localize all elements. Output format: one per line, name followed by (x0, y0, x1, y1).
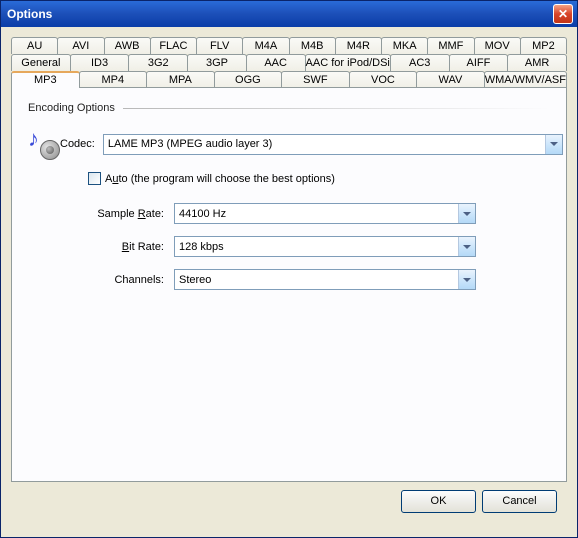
tab-aiff[interactable]: AIFF (449, 54, 509, 71)
tab-voc[interactable]: VOC (349, 71, 418, 88)
auto-row: Auto (the program will choose the best o… (88, 172, 550, 185)
icon-cell: ♪ (28, 128, 60, 160)
chevron-down-icon[interactable] (458, 237, 475, 256)
titlebar: Options ✕ (1, 1, 577, 27)
chevron-down-icon[interactable] (545, 135, 562, 154)
sample-rate-select[interactable]: 44100 Hz (174, 203, 476, 224)
tab-mp4[interactable]: MP4 (79, 71, 148, 88)
tab-mka[interactable]: MKA (381, 37, 428, 54)
codec-label: Codec: (60, 138, 103, 150)
bit-rate-row: Bit Rate: 128 kbps (28, 236, 550, 257)
tab-mp2[interactable]: MP2 (520, 37, 567, 54)
tab-swf[interactable]: SWF (281, 71, 350, 88)
codec-row: ♪ Codec: LAME MP3 (MPEG audio layer 3) (28, 128, 550, 160)
sample-rate-value: 44100 Hz (175, 208, 458, 220)
tab-avi[interactable]: AVI (57, 37, 104, 54)
tab-mp3[interactable]: MP3 (11, 71, 80, 88)
tab-ac3[interactable]: AC3 (390, 54, 450, 71)
button-bar: OK Cancel (11, 482, 567, 513)
tab-mpa[interactable]: MPA (146, 71, 215, 88)
tab-flv[interactable]: FLV (196, 37, 243, 54)
bit-rate-select[interactable]: 128 kbps (174, 236, 476, 257)
channels-value: Stereo (175, 274, 458, 286)
codec-select[interactable]: LAME MP3 (MPEG audio layer 3) (103, 134, 563, 155)
window-title: Options (7, 7, 553, 21)
chevron-down-icon[interactable] (458, 270, 475, 289)
channels-label: Channels: (88, 274, 174, 286)
tab-awb[interactable]: AWB (104, 37, 151, 54)
tab-flac[interactable]: FLAC (150, 37, 197, 54)
content-area: AUAVIAWBFLACFLVM4AM4BM4RMKAMMFMOVMP2 Gene… (1, 27, 577, 521)
tab-3gp[interactable]: 3GP (187, 54, 247, 71)
tab-panel: Encoding Options ♪ Codec: LAME MP3 (MPEG… (11, 87, 567, 482)
channels-select[interactable]: Stereo (174, 269, 476, 290)
divider (123, 108, 550, 109)
bit-rate-value: 128 kbps (175, 241, 458, 253)
options-window: Options ✕ AUAVIAWBFLACFLVM4AM4BM4RMKAMMF… (0, 0, 578, 538)
chevron-down-icon[interactable] (458, 204, 475, 223)
auto-checkbox[interactable] (88, 172, 101, 185)
tab-au[interactable]: AU (11, 37, 58, 54)
ok-button[interactable]: OK (401, 490, 476, 513)
tab-wav[interactable]: WAV (416, 71, 485, 88)
tab-m4b[interactable]: M4B (289, 37, 336, 54)
sample-rate-row: Sample Rate: 44100 Hz (28, 203, 550, 224)
sample-rate-label: Sample Rate: (88, 208, 174, 220)
channels-row: Channels: Stereo (28, 269, 550, 290)
tab-aac[interactable]: AAC (246, 54, 306, 71)
tab-3g2[interactable]: 3G2 (128, 54, 188, 71)
cancel-button[interactable]: Cancel (482, 490, 557, 513)
tab-id3[interactable]: ID3 (70, 54, 130, 71)
tab-m4r[interactable]: M4R (335, 37, 382, 54)
tab-wma-wmv-asf[interactable]: WMA/WMV/ASF (484, 71, 567, 88)
section-header: Encoding Options (28, 102, 550, 114)
tab-general[interactable]: General (11, 54, 71, 71)
tab-ogg[interactable]: OGG (214, 71, 283, 88)
tab-aac-for-ipod-dsi[interactable]: AAC for iPod/DSi (305, 54, 391, 71)
tab-amr[interactable]: AMR (507, 54, 567, 71)
section-title: Encoding Options (28, 102, 115, 114)
bit-rate-label: Bit Rate: (88, 241, 174, 253)
tab-m4a[interactable]: M4A (242, 37, 289, 54)
close-icon[interactable]: ✕ (553, 4, 573, 24)
music-speaker-icon: ♪ (28, 128, 60, 160)
codec-value: LAME MP3 (MPEG audio layer 3) (104, 138, 545, 150)
tab-mmf[interactable]: MMF (427, 37, 474, 54)
auto-label[interactable]: Auto (the program will choose the best o… (105, 173, 335, 185)
tab-mov[interactable]: MOV (474, 37, 521, 54)
tab-strip: AUAVIAWBFLACFLVM4AM4BM4RMKAMMFMOVMP2 Gene… (11, 37, 567, 88)
